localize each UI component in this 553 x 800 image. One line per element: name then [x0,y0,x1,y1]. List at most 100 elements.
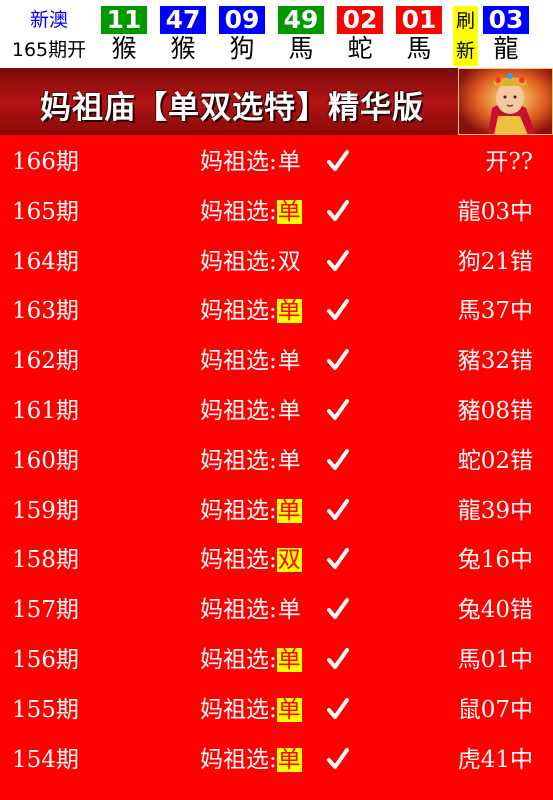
checkmark-icon [327,249,349,271]
prediction-row: 160期 妈祖选:单 蛇02错 [0,434,553,484]
lottery-result-bar: 新澳 165期开 11 猴 47 猴 09 狗 49 馬 02 蛇 01 馬 刷 新 03 龍 [0,0,553,68]
ball-zodiac: 馬 [406,34,432,63]
ball-number: 09 [219,6,265,34]
draw-result: 兔16中 [457,547,533,574]
pick-prefix: 妈祖选: [200,497,277,524]
draw-info: 新澳 165期开 [0,0,98,68]
period-number: 161期 [12,398,79,424]
checkmark-icon [327,199,349,221]
period-number: 156期 [12,647,79,673]
refresh-label-bottom: 新 [455,40,475,62]
prediction-row: 159期 妈祖选:单 龍39中 [0,484,553,534]
pick-prefix: 妈祖选: [200,696,277,723]
draw-result: 虎41中 [457,746,533,773]
pick-value: 单 [276,696,302,723]
pick-prefix: 妈祖选: [200,597,277,624]
prediction-pick: 妈祖选:单 [200,498,302,524]
prediction-row: 165期 妈祖选:单 龍03中 [0,185,553,235]
prediction-row: 155期 妈祖选:单 鼠07中 [0,683,553,733]
draw-result: 狗21错 [457,248,533,275]
checkmark-icon [327,648,349,669]
period-number: 166期 [12,149,79,175]
period-number: 158期 [12,547,79,574]
pick-prefix: 妈祖选: [200,198,277,225]
pick-prefix: 妈祖选: [200,447,277,474]
ball-2: 47 猴 [160,6,206,66]
refresh-label-top: 刷 [455,10,475,32]
draw-result: 蛇02错 [457,447,533,474]
prediction-pick: 妈祖选:单 [200,697,302,723]
checkmark-icon [327,448,349,470]
pick-prefix: 妈祖选: [200,298,277,325]
ball-zodiac: 猴 [170,34,196,63]
pick-value: 单 [276,746,302,773]
pick-value: 单 [276,497,302,524]
prediction-pick: 妈祖选:单 [200,448,302,474]
period-number: 163期 [12,298,79,325]
draw-result: 馬01中 [457,647,533,673]
pick-value: 单 [276,198,302,225]
ball-3: 09 狗 [219,6,265,66]
checkmark-icon [327,697,349,719]
pick-value: 单 [276,647,302,673]
prediction-pick: 妈祖选:单 [200,199,302,225]
prediction-row: 163期 妈祖选:单 馬37中 [0,284,553,334]
ball-number: 03 [483,6,529,34]
ball-number: 02 [337,6,383,34]
pick-prefix: 妈祖选: [200,398,277,424]
prediction-row: 161期 妈祖选:单 豬08错 [0,384,553,434]
checkmark-icon [327,498,349,520]
ball-zodiac: 蛇 [347,34,373,63]
pick-value: 双 [276,547,302,574]
pick-prefix: 妈祖选: [200,547,277,574]
ball-number: 11 [101,6,147,34]
draw-result: 豬32错 [457,348,533,375]
period-number: 160期 [12,447,79,474]
draw-result: 开?? [485,149,533,175]
ball-4: 49 馬 [278,6,324,66]
refresh-button[interactable]: 刷 新 [453,6,478,66]
prediction-pick: 妈祖选:单 [200,597,302,623]
ball-zodiac: 狗 [229,34,255,63]
pick-prefix: 妈祖选: [200,149,277,175]
prediction-row: 164期 妈祖选:双 狗21错 [0,235,553,285]
pick-value: 单 [277,149,301,175]
ball-6: 01 馬 [396,6,442,66]
prediction-pick: 妈祖选:单 [200,398,302,424]
prediction-row: 156期 妈祖选:单 馬01中 [0,633,553,683]
period-number: 164期 [12,248,79,275]
pick-value: 单 [276,298,302,325]
draw-result: 兔40错 [457,597,533,624]
checkmark-icon [327,299,349,321]
ball-zodiac: 馬 [288,34,314,63]
period-number: 165期 [12,198,79,225]
period-number: 157期 [12,597,79,624]
period-number: 154期 [12,746,79,773]
ball-number: 47 [160,6,206,34]
prediction-pick: 妈祖选:双 [200,547,302,573]
period-number: 159期 [12,497,79,524]
prediction-pick: 妈祖选:单 [200,647,302,673]
draw-result: 豬08错 [457,398,533,424]
prediction-row: 157期 妈祖选:单 兔40错 [0,583,553,633]
special-ball: 03 龍 [483,6,529,66]
pick-prefix: 妈祖选: [200,248,277,275]
prediction-pick: 妈祖选:双 [200,249,302,275]
ball-zodiac: 龍 [493,34,519,63]
prediction-row: 158期 妈祖选:双 兔16中 [0,533,553,583]
checkmark-icon [327,349,349,371]
period-number: 155期 [12,696,79,723]
checkmark-icon [327,399,349,420]
draw-result: 鼠07中 [457,696,533,723]
mazu-statue-image [458,68,553,135]
checkmark-icon [327,548,349,570]
prediction-pick: 妈祖选:单 [200,298,302,324]
pick-prefix: 妈祖选: [200,348,277,375]
prediction-row: 154期 妈祖选:单 虎41中 [0,733,553,783]
pick-value: 单 [277,447,301,474]
prediction-row: 166期 妈祖选:单 开?? [0,135,553,185]
pick-value: 双 [277,248,301,275]
draw-result: 龍39中 [457,497,533,524]
draw-result: 龍03中 [457,198,533,225]
pick-prefix: 妈祖选: [200,746,277,773]
